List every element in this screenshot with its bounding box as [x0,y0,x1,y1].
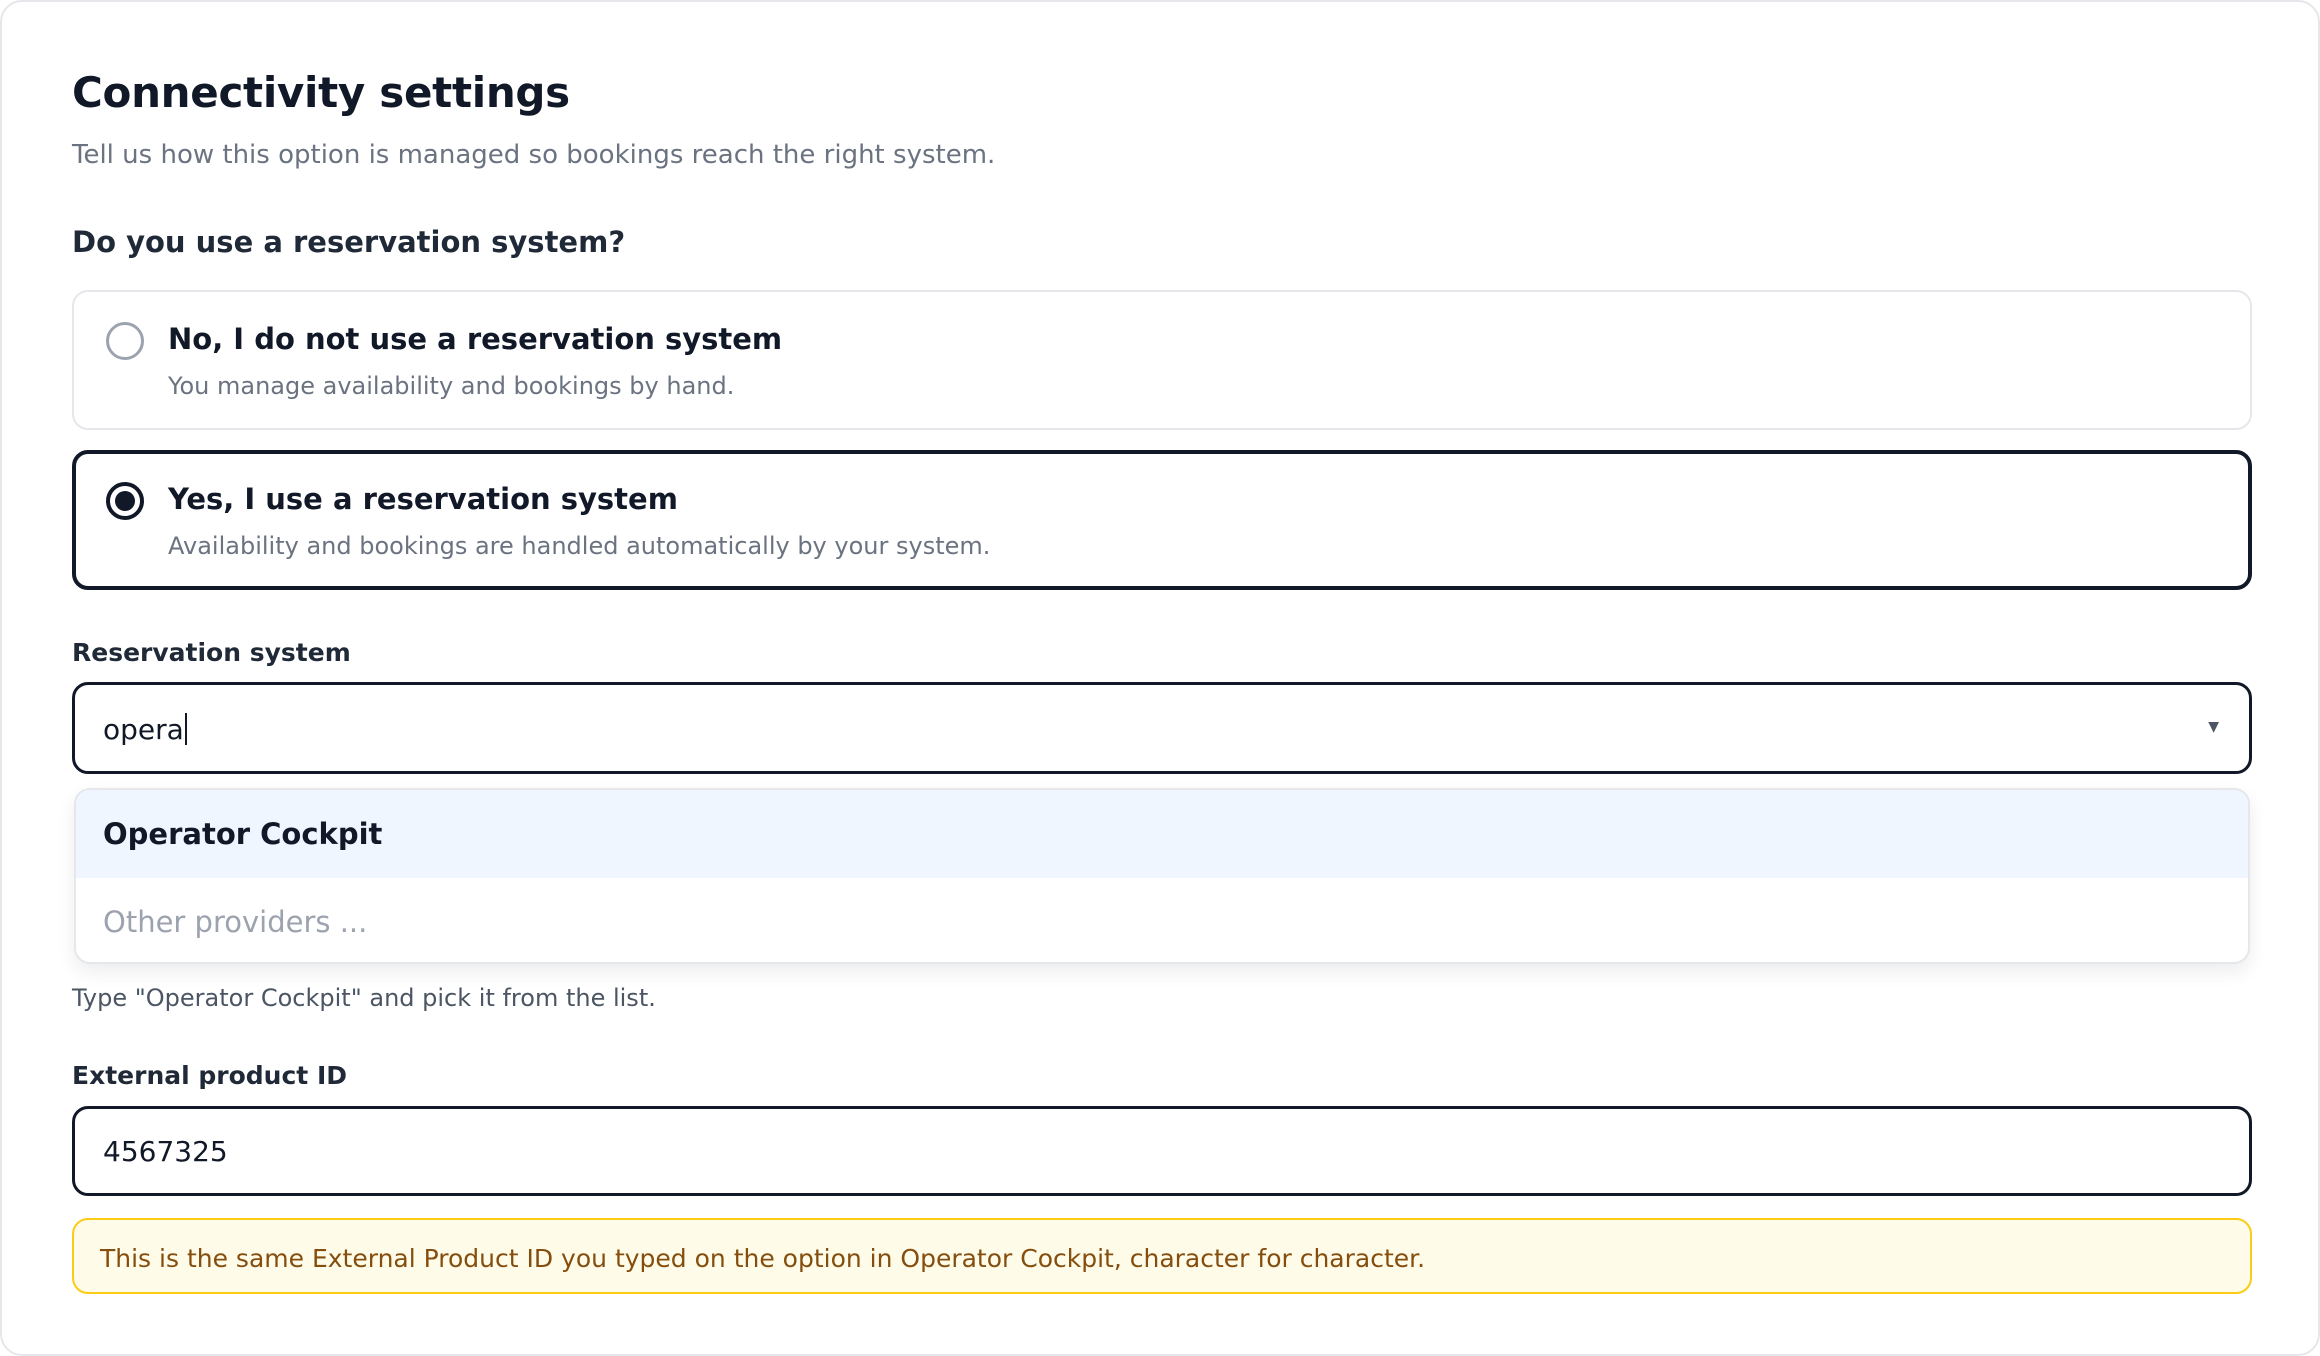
option-description: You manage availability and bookings by … [168,372,735,400]
connectivity-settings-card: Connectivity settings Tell us how this o… [0,0,2320,1356]
suggestion-other-providers[interactable]: Other providers ... [76,878,2248,962]
reservation-question-label: Do you use a reservation system? [72,225,626,259]
page-subtitle: Tell us how this option is managed so bo… [72,140,996,170]
reservation-system-label: Reservation system [72,638,351,667]
external-product-id-value: 4567325 [103,1135,228,1168]
option-title: No, I do not use a reservation system [168,322,783,356]
reservation-system-combobox[interactable]: opera ▼ [72,682,2252,774]
option-description: Availability and bookings are handled au… [168,532,991,560]
reservation-system-value: opera [103,713,184,746]
option-title: Yes, I use a reservation system [168,482,678,516]
page-title: Connectivity settings [72,68,570,117]
external-product-id-field[interactable]: 4567325 [72,1106,2252,1196]
option-no-reservation-system[interactable]: No, I do not use a reservation system Yo… [72,290,2252,430]
radio-checked-icon[interactable] [106,482,144,520]
external-product-id-label: External product ID [72,1061,347,1090]
reservation-system-input[interactable]: opera [103,713,187,746]
suggestion-operator-cockpit[interactable]: Operator Cockpit [76,790,2248,878]
reservation-system-hint: Type "Operator Cockpit" and pick it from… [72,984,656,1012]
option-yes-reservation-system[interactable]: Yes, I use a reservation system Availabi… [72,450,2252,590]
text-caret [184,713,187,745]
chevron-down-icon[interactable]: ▼ [2208,719,2219,735]
radio-unchecked-icon[interactable] [106,322,144,360]
reservation-system-suggestions: Operator Cockpit Other providers ... [74,788,2250,964]
notice-text: This is the same External Product ID you… [100,1244,1426,1273]
external-product-id-notice: This is the same External Product ID you… [72,1218,2252,1294]
